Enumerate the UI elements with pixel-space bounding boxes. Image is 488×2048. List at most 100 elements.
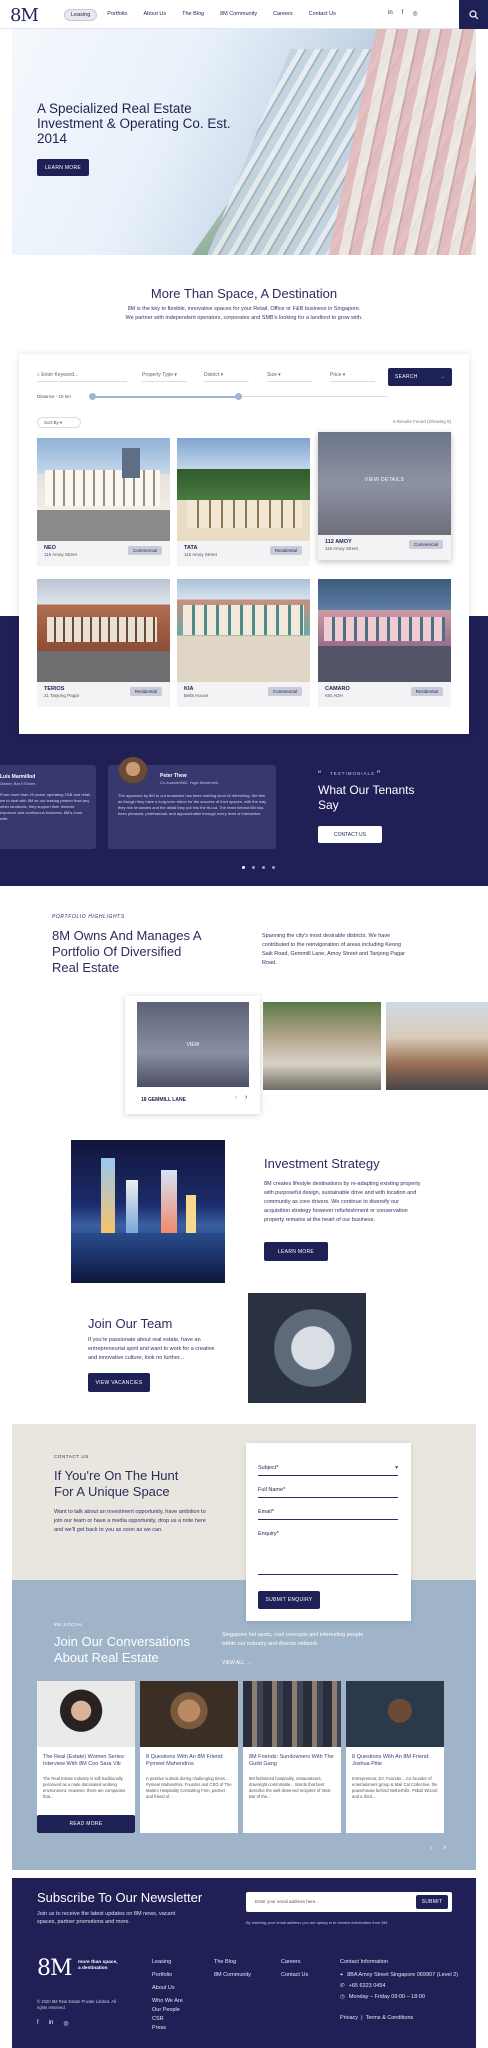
nav-item-blog[interactable]: The Blog (176, 9, 210, 21)
map-pin-icon: ⌖ (340, 1972, 344, 1978)
pagination-dot[interactable] (262, 866, 265, 869)
portfolio-slide-active[interactable]: VIEW 18 GEMMILL LANE ‹ › (125, 996, 260, 1114)
enquiry-field[interactable]: Enquiry* (258, 1531, 398, 1575)
quote-close-icon: ” (377, 769, 380, 779)
view-details-link[interactable]: VIEW DETAILS (318, 477, 451, 491)
footer-link[interactable]: Who We Are (152, 1997, 183, 2006)
property-card[interactable]: VIEW DETAILS 112 AMOY 115 Amoy Street Co… (318, 432, 451, 560)
submit-enquiry-button[interactable]: SUBMIT ENQUIRY (258, 1591, 320, 1609)
article-excerpt: A positive outlook during challenging ti… (146, 1776, 232, 1799)
linkedin-icon[interactable]: in (388, 10, 393, 17)
property-card[interactable]: TERIOS 21 Tanjong Pagar Residential (37, 579, 170, 707)
blog-article-card[interactable]: 8 Questions With An 8M Friend: Pymeet Ma… (140, 1681, 238, 1833)
chevron-left-icon[interactable]: ‹ (235, 1094, 237, 1101)
contact-us-button[interactable]: CONTACT US (318, 826, 382, 843)
article-title: The Real (Estate) Women Series: Intervie… (43, 1754, 126, 1767)
footer-link[interactable]: Contact Us (281, 1971, 308, 1980)
district-select[interactable]: District ▾ (204, 372, 249, 382)
view-link[interactable]: VIEW (137, 1042, 249, 1048)
price-label: Price (330, 372, 342, 378)
full-name-field[interactable]: Full Name* (258, 1487, 398, 1498)
footer-link[interactable]: Press (152, 2024, 183, 2033)
district-label: District (204, 372, 220, 378)
keyword-input[interactable]: ⌕ Enter Keyword... (37, 372, 127, 382)
results-count: 6 Results Found (Showing 6) (392, 419, 451, 424)
distance-label: Distance - 10 km (37, 394, 71, 399)
footer-logo[interactable]: 8M (37, 1956, 73, 1981)
nav-item-about[interactable]: About Us (137, 9, 172, 21)
slider-handle-right[interactable] (235, 393, 242, 400)
property-card[interactable]: NEO 115 Amoy Street Commercial (37, 438, 170, 566)
strategy-title: Investment Strategy (264, 1156, 380, 1171)
strategy-learn-more-button[interactable]: LEARN MORE (264, 1242, 328, 1261)
search-button[interactable] (459, 0, 488, 29)
read-more-button[interactable]: READ MORE (37, 1815, 135, 1833)
footer-link[interactable]: CSR (152, 2015, 183, 2024)
footer-link[interactable]: Leasing (152, 1958, 183, 1967)
property-name: 112 AMOY (325, 539, 352, 545)
facebook-icon[interactable]: f (37, 2020, 39, 2027)
email-label: Email (258, 1509, 272, 1515)
chevron-left-icon[interactable]: ‹ (430, 1842, 433, 1852)
sort-by-select[interactable]: Sort By ▾ (37, 417, 81, 428)
property-card[interactable]: CAMARO KIE ADH Residential (318, 579, 451, 707)
newsletter-submit-button[interactable]: SUBMIT (416, 1895, 448, 1909)
footer-link[interactable]: About Us (152, 1984, 183, 1993)
terms-link[interactable]: Terms & Conditions (366, 2015, 414, 2021)
8m-logo[interactable]: 8M (10, 5, 39, 26)
blog-article-card[interactable]: 8M Friends: Sundowners With The Guild Ga… (243, 1681, 341, 1833)
portfolio-image[interactable] (263, 1002, 381, 1090)
pagination-dot[interactable] (252, 866, 255, 869)
nav-item-careers[interactable]: Careers (267, 9, 299, 21)
portfolio-title: 8M Owns And Manages A Portfolio Of Diver… (52, 928, 201, 975)
facebook-icon[interactable]: f (402, 10, 404, 17)
nav-item-contact[interactable]: Contact Us (303, 9, 342, 21)
property-card[interactable]: TATA 115 Amoy Street Residential (177, 438, 310, 566)
footer-link[interactable]: The Blog (214, 1958, 251, 1967)
nav-item-community[interactable]: 8M Community (214, 9, 263, 21)
blog-article-card[interactable]: 8 Questions With An 8M Friend: Joshua Pi… (346, 1681, 444, 1833)
instagram-icon[interactable]: ◎ (412, 10, 417, 17)
footer-link[interactable]: Portfolio (152, 1971, 183, 1980)
blog-article-card[interactable]: The Real (Estate) Women Series: Intervie… (37, 1681, 135, 1833)
portfolio-image[interactable] (386, 1002, 488, 1090)
view-all-link[interactable]: VIEW ALL → (222, 1660, 251, 1666)
size-select[interactable]: Size ▾ (267, 372, 312, 382)
property-name: TATA (184, 545, 198, 551)
email-field[interactable]: Email* (258, 1509, 398, 1520)
team-title: Join Our Team (88, 1316, 173, 1331)
contact-phone[interactable]: ✆ +65 6323 0454 (340, 1982, 460, 1991)
footer-contact: Contact Information ⌖ 8BA Amoy Street Sin… (340, 1958, 460, 2023)
chevron-right-icon[interactable]: › (245, 1094, 247, 1101)
instagram-icon[interactable]: ◎ (63, 2020, 68, 2027)
price-select[interactable]: Price ▾ (330, 372, 375, 382)
pagination-dot[interactable] (242, 866, 245, 869)
footer-copyright: © 2020 8M Real Estate Private Limited. A… (37, 1999, 116, 2010)
property-card[interactable]: KIA Bella House Commercial (177, 579, 310, 707)
pagination-dot[interactable] (272, 866, 275, 869)
subject-select[interactable]: Subject* ▾ (258, 1465, 398, 1476)
nav-item-leasing[interactable]: Leasing (64, 9, 98, 21)
subject-label: Subject (258, 1465, 277, 1471)
search-submit-button[interactable]: SEARCH → (388, 368, 452, 386)
testimonial-card: Peter Thew Co-founder/MD, Yoga Movement … (108, 757, 276, 849)
footer-col-2: The Blog 8M Community (214, 1958, 251, 1980)
property-type-badge: Residential (129, 687, 162, 696)
enquiry-label: Enquiry (258, 1531, 277, 1537)
portfolio-text: Spanning the city's most desirable distr… (262, 933, 405, 966)
contact-hours: ◷ Monday – Friday 09:00 – 18:00 (340, 1993, 460, 2002)
hero-learn-more-button[interactable]: LEARN MORE (37, 159, 89, 176)
testimonial-text: From more than 20 years' operating F&B a… (0, 792, 90, 821)
nav-item-portfolio[interactable]: Portfolio (101, 9, 133, 21)
distance-slider[interactable] (93, 396, 238, 398)
property-type-select[interactable]: Property Type ▾ (142, 372, 187, 382)
footer-link[interactable]: 8M Community (214, 1971, 251, 1980)
privacy-link[interactable]: Privacy (340, 2015, 358, 2021)
view-vacancies-button[interactable]: VIEW VACANCIES (88, 1373, 150, 1392)
footer-link[interactable]: Our People (152, 2006, 183, 2015)
linkedin-icon[interactable]: in (49, 2020, 54, 2027)
chevron-right-icon[interactable]: › (443, 1842, 446, 1852)
footer-link[interactable]: Careers (281, 1958, 308, 1967)
newsletter-email-input[interactable]: Enter your email address here... SUBMIT (246, 1892, 452, 1912)
slider-handle-left[interactable] (89, 393, 96, 400)
